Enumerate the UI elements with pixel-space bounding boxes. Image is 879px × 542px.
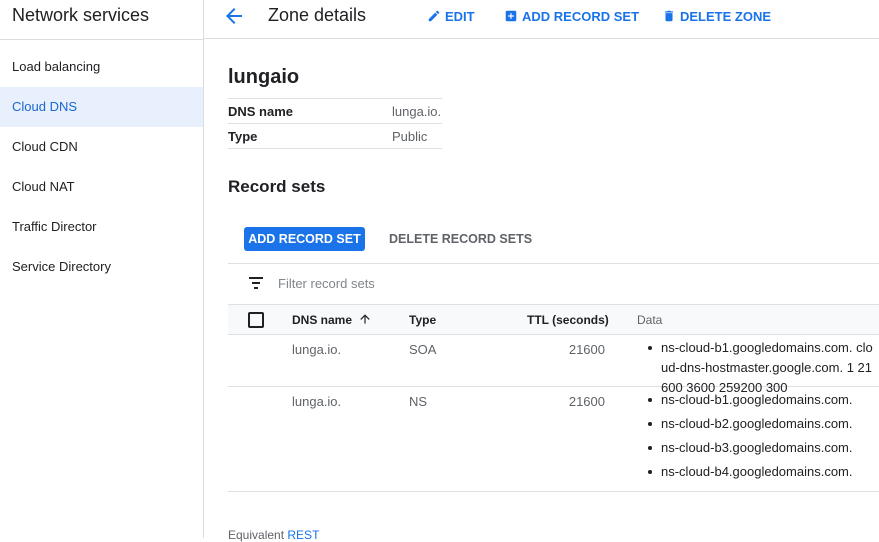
type-key: Type [228,129,258,144]
delete-record-sets-button[interactable]: DELETE RECORD SETS [389,227,532,251]
row-type: NS [409,394,428,409]
sidebar-title: Network services [12,5,150,25]
row-dns-name: lunga.io. [292,394,342,409]
column-header-type: Type [409,313,437,327]
footer-prefix: Equivalent [228,528,285,542]
top-bar: Zone details EDIT ADD RECORD SET DELETE … [204,0,879,39]
back-arrow-icon[interactable] [222,4,246,28]
column-header-dns-name[interactable]: DNS name [292,313,352,327]
add-record-set-top-label: ADD RECORD SET [522,8,640,24]
table-row[interactable]: lunga.io. NS 21600 ns-cloud-b1.googledom… [228,387,879,492]
column-header-data: Data [637,313,663,327]
zone-name: lungaio [228,66,300,88]
row-ttl: 21600 [568,342,605,357]
edit-button[interactable]: EDIT [427,6,475,26]
table-header: DNS name Type TTL (seconds) Data [228,304,879,335]
edit-button-label: EDIT [445,8,475,24]
dns-name-key: DNS name [228,104,294,119]
delete-zone-label: DELETE ZONE [680,8,772,24]
zone-info-row: Type Public [228,124,442,149]
filter-input[interactable] [272,272,584,294]
filter-icon[interactable] [248,277,264,289]
sidebar-item-service-directory[interactable]: Service Directory [0,247,203,287]
column-header-ttl: TTL (seconds) [527,313,609,327]
row-data-list: ns-cloud-b1.googledomains.com. ns-cloud-… [637,388,853,484]
row-data-item: ns-cloud-b4.googledomains.com. [637,460,853,484]
row-data-item: ns-cloud-b1.googledomains.com. [637,388,853,412]
type-value: Public [392,129,428,144]
record-sets-title: Record sets [228,177,326,196]
filter-divider [228,263,879,264]
dns-name-value: lunga.io. [392,104,442,119]
row-data-item: ns-cloud-b3.googledomains.com. [637,436,853,460]
add-box-icon [505,10,517,22]
sort-arrow-up-icon[interactable] [358,312,372,326]
select-all-checkbox[interactable] [248,312,264,328]
delete-zone-button[interactable]: DELETE ZONE [662,6,771,26]
sidebar-item-cloud-cdn[interactable]: Cloud CDN [0,127,203,167]
table-row[interactable]: lunga.io. SOA 21600 ns-cloud-b1.googledo… [228,334,879,395]
trash-icon [664,10,674,22]
sidebar-item-cloud-dns[interactable]: Cloud DNS [0,87,203,127]
add-record-set-top-button[interactable]: ADD RECORD SET [504,6,639,26]
sidebar-item-load-balancing[interactable]: Load balancing [0,47,203,87]
zone-info-table: DNS name lunga.io. Type Public [228,98,442,149]
add-record-set-button[interactable]: ADD RECORD SET [244,227,365,251]
page-title: Zone details [268,5,367,25]
sidebar: Network services Load balancing Cloud DN… [0,0,204,538]
footer: Equivalent REST [228,528,319,542]
sidebar-divider [0,39,203,40]
row-data-item: ns-cloud-b2.googledomains.com. [637,412,853,436]
rest-link[interactable]: REST [287,528,319,542]
row-dns-name: lunga.io. [292,342,342,357]
sidebar-item-traffic-director[interactable]: Traffic Director [0,207,203,247]
row-ttl: 21600 [568,394,605,409]
zone-info-row: DNS name lunga.io. [228,99,442,124]
pencil-icon [428,10,440,22]
sidebar-item-cloud-nat[interactable]: Cloud NAT [0,167,203,207]
row-type: SOA [409,342,437,357]
